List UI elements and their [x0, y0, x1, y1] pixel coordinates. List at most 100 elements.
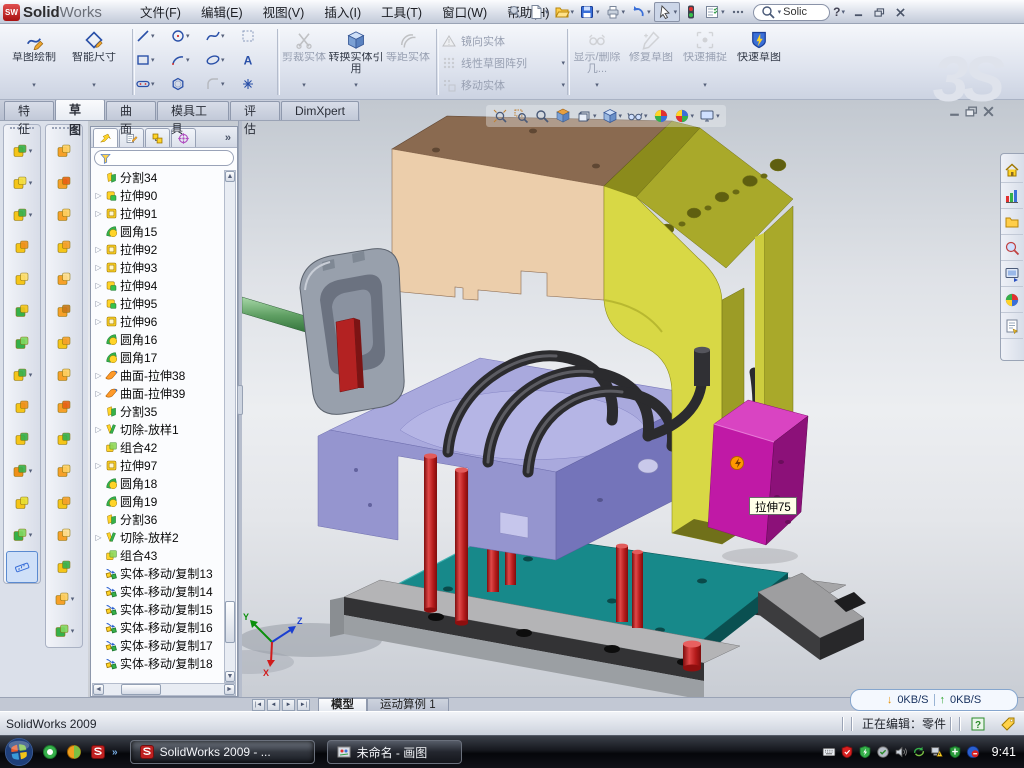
tray-antivirus-icon[interactable] [840, 745, 854, 760]
tree-item[interactable]: ▷拉伸96 [91, 312, 237, 330]
dropdown-arrow-icon[interactable]: ▾ [354, 82, 358, 89]
dropdown-arrow-icon[interactable]: ▾ [716, 113, 720, 120]
tab-5[interactable]: DimXpert [281, 101, 359, 120]
tool-curve[interactable]: ▾ [4, 519, 40, 551]
sketch-entity-circle[interactable]: ▾ [170, 28, 190, 44]
dropdown-arrow-icon[interactable]: ▾ [151, 33, 155, 40]
tab-2[interactable]: 曲面 [106, 101, 156, 120]
slide-clamp-gray[interactable] [242, 249, 404, 415]
tree-item[interactable]: ▷曲面-拉伸38 [91, 366, 237, 384]
ribbon-button-linear-sketch-pattern[interactable]: 线性草图阵列▾ [439, 52, 567, 74]
tree-item[interactable]: 圆角17 [91, 348, 237, 366]
quicklaunch-security-suite-button[interactable] [66, 744, 82, 760]
sketch-entity-spline[interactable]: ▾ [205, 28, 225, 44]
taskpane-view-palette-tab[interactable] [1001, 261, 1023, 287]
tool-extruded-boss[interactable]: ▾ [4, 135, 40, 167]
dropdown-arrow-icon[interactable]: ▾ [29, 468, 33, 475]
tree-filter-box[interactable] [94, 150, 234, 166]
ribbon-button-rapid-sketch[interactable]: 快速草图 [732, 26, 786, 96]
ribbon-button-display-delete-relations[interactable]: 显示/删除几...▾ [570, 26, 624, 96]
ribbon-button-trim-entities[interactable]: 剪裁实体▾ [280, 26, 328, 96]
taskpane-custom-properties-tab[interactable] [1001, 313, 1023, 339]
sketch-entity-line[interactable]: ▾ [135, 28, 155, 44]
expand-arrow-icon[interactable]: ▷ [94, 425, 103, 434]
tree-item[interactable]: ▷切除-放样1 [91, 420, 237, 438]
tool-lofted-boss[interactable] [4, 263, 40, 295]
sketch-entity-rectangle[interactable]: ▾ [135, 52, 155, 68]
open-folder-button[interactable]: ▾ [552, 3, 577, 21]
status-help-icon[interactable]: ? [970, 716, 986, 732]
tree-item[interactable]: ▷切除-放样2 [91, 528, 237, 546]
dropdown-arrow-icon[interactable]: ▾ [674, 9, 678, 16]
menu-item-0[interactable]: 文件(F) [130, 0, 191, 24]
tool-ruled-surface[interactable]: ▾ [46, 615, 82, 647]
tool-dome[interactable] [46, 231, 82, 263]
tray-system-update-icon[interactable] [876, 745, 890, 760]
dropdown-arrow-icon[interactable]: ▾ [151, 57, 155, 64]
dropdown-arrow-icon[interactable]: ▾ [622, 9, 626, 16]
menu-item-1[interactable]: 编辑(E) [191, 0, 253, 24]
expand-arrow-icon[interactable]: ▷ [94, 461, 103, 470]
tray-defender-icon[interactable] [948, 745, 962, 760]
ribbon-button-quick-snaps[interactable]: 快速捕捉▾ [678, 26, 732, 96]
tool-flex[interactable] [46, 359, 82, 391]
first-sheet-button[interactable]: |◄ [252, 699, 265, 711]
sketch-entity-selection-box[interactable] [240, 28, 256, 44]
tree-item[interactable]: 圆角16 [91, 330, 237, 348]
tool-linear-pattern[interactable]: ▾ [4, 359, 40, 391]
tree-item[interactable]: ▷拉伸97 [91, 456, 237, 474]
base-right-block[interactable] [758, 573, 866, 660]
dropdown-arrow-icon[interactable]: ▾ [186, 33, 190, 40]
tree-item[interactable]: 分割35 [91, 402, 237, 420]
dropdown-arrow-icon[interactable]: ▾ [71, 596, 75, 603]
tree-tab-featuremanager[interactable] [93, 128, 118, 147]
tray-traffic-monitor-icon[interactable] [966, 745, 980, 760]
ribbon-button-repair-sketch[interactable]: 修复草图 [624, 26, 678, 96]
menu-item-3[interactable]: 插入(I) [314, 0, 371, 24]
dropdown-arrow-icon[interactable]: ▾ [29, 212, 33, 219]
menu-item-4[interactable]: 工具(T) [371, 0, 432, 24]
sketch-entity-polygon[interactable] [170, 76, 186, 92]
sketch-entity-ellipse[interactable]: ▾ [205, 52, 225, 68]
tree-item[interactable]: 分割36 [91, 510, 237, 528]
dropdown-arrow-icon[interactable]: ▾ [561, 82, 567, 89]
tab-1[interactable]: 草图 [55, 99, 105, 120]
dropdown-arrow-icon[interactable]: ▾ [703, 82, 707, 89]
tree-item[interactable]: 实体-移动/复制18 [91, 654, 237, 672]
dropdown-arrow-icon[interactable]: ▾ [593, 113, 597, 120]
quicklaunch-messenger-button[interactable] [42, 744, 58, 760]
tree-item[interactable]: 实体-移动/复制17 [91, 636, 237, 654]
tool-shut-off-surface[interactable] [46, 519, 82, 551]
taskpane-design-library-tab[interactable] [1001, 183, 1023, 209]
headsup-zoom-magnify-button[interactable] [534, 108, 550, 124]
expand-arrow-icon[interactable]: ▷ [94, 245, 103, 254]
tool-shell[interactable] [4, 295, 40, 327]
dropdown-arrow-icon[interactable]: ▾ [595, 82, 599, 89]
expand-arrow-icon[interactable]: ▷ [94, 317, 103, 326]
close-window-button[interactable] [891, 5, 910, 20]
search-input[interactable] [783, 6, 823, 18]
tree-horizontal-scrollbar[interactable]: ◄ ► [92, 683, 236, 696]
tree-item[interactable]: ▷拉伸92 [91, 240, 237, 258]
last-sheet-button[interactable]: ►| [297, 699, 310, 711]
tree-tab-configurationmanager[interactable] [145, 128, 170, 147]
headsup-hide-show-items-button[interactable]: ▾ [627, 108, 648, 124]
taskpane-file-explorer-tab[interactable] [1001, 209, 1023, 235]
expand-arrow-icon[interactable]: ▷ [94, 389, 103, 398]
sketch-entity-arc[interactable]: ▾ [170, 52, 190, 68]
tree-item[interactable]: 圆角19 [91, 492, 237, 510]
dropdown-arrow-icon[interactable]: ▾ [92, 82, 96, 89]
ribbon-button-mirror-entities[interactable]: !镜向实体 [439, 30, 567, 52]
dropdown-arrow-icon[interactable]: ▾ [561, 60, 567, 67]
headsup-view-orientation-button[interactable]: ▾ [576, 108, 597, 124]
dropdown-arrow-icon[interactable]: ▾ [151, 81, 155, 88]
tool-wrap[interactable] [46, 391, 82, 423]
ribbon-button-move-entities[interactable]: 移动实体▾ [439, 74, 567, 96]
headsup-edit-appearance-button[interactable] [653, 108, 669, 124]
dropdown-arrow-icon[interactable]: ▾ [32, 82, 36, 89]
dropdown-arrow-icon[interactable]: ▾ [29, 180, 33, 187]
dropdown-arrow-icon[interactable]: ▾ [302, 82, 306, 89]
pin-button[interactable] [505, 3, 525, 21]
menu-item-5[interactable]: 窗口(W) [432, 0, 497, 24]
tree-item[interactable]: ▷拉伸90 [91, 186, 237, 204]
